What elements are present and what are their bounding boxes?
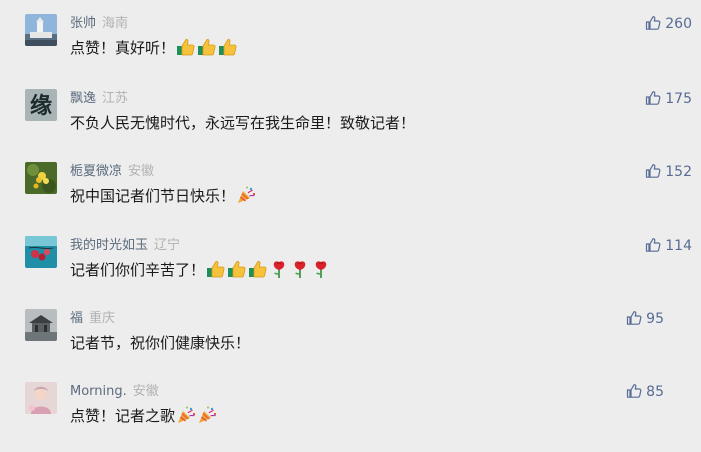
like-count: 95 [646,311,664,327]
thumbs-up-icon [197,37,217,57]
comment-region: 江苏 [102,91,129,106]
rose-icon [269,259,289,279]
comment-region: 安徽 [132,384,159,399]
comment-body: 记者节，祝你们健康快乐！ [70,334,251,352]
comment-body: 点赞！真好听！ [70,39,176,57]
comment-text: 记者们你们辛苦了！ [70,258,331,282]
comment-meta: 我的时光如玉 辽宁 [70,236,180,256]
comment-text: 点赞！记者之歌 [70,404,217,428]
comment-username[interactable]: 飘逸 [70,91,96,106]
comment-item: 张帅 海南点赞！真好听！ 260 [0,14,701,84]
thumbs-up-icon [218,37,238,57]
comment-text: 点赞！真好听！ [70,36,238,60]
comment-body: 点赞！记者之歌 [70,407,176,425]
pavilion-avatar[interactable] [25,309,57,341]
like-count: 175 [665,91,692,107]
comment-body: 记者们你们辛苦了！ [70,261,206,279]
lighthouse-avatar[interactable] [25,14,57,46]
comment-item: 栀夏微凉 安徽祝中国记者们节日快乐！ 152 [0,162,701,232]
flower-avatar[interactable] [25,162,57,194]
comment-item: Morning. 安徽点赞！记者之歌 85 [0,382,701,452]
like-button[interactable]: 175 [645,89,692,109]
comment-username[interactable]: 福 [70,311,83,326]
like-button[interactable]: 152 [645,162,692,182]
comment-username[interactable]: 栀夏微凉 [70,164,122,179]
comment-meta: 张帅 海南 [70,14,128,34]
like-count: 85 [646,384,664,400]
thumbs-up-icon [227,259,247,279]
comment-region: 重庆 [89,311,116,326]
comment-region: 安徽 [128,164,155,179]
comment-meta: Morning. 安徽 [70,382,159,402]
comment-username[interactable]: Morning. [70,384,127,399]
comment-meta: 飘逸 江苏 [70,89,128,109]
party-popper-icon [197,405,217,425]
comment-item: 福重庆记者节，祝你们健康快乐！ 95 [0,309,701,379]
calligraphy-avatar[interactable]: 缘 [25,89,57,121]
thumbs-up-outline-icon [626,311,646,327]
like-button[interactable]: 260 [645,14,692,34]
like-count: 114 [665,238,692,254]
berries-avatar[interactable] [25,236,57,268]
thumbs-up-outline-icon [626,384,646,400]
comment-meta: 福重庆 [70,309,115,329]
thumbs-up-icon [206,259,226,279]
comment-body: 不负人民无愧时代，永远写在我生命里！致敬记者！ [70,114,416,132]
comment-region: 海南 [102,16,129,31]
party-popper-icon [176,405,196,425]
comment-text: 记者节，祝你们健康快乐！ [70,331,250,355]
comment-item: 我的时光如玉 辽宁记者们你们辛苦了！ 114 [0,236,701,306]
rose-icon [290,259,310,279]
rose-icon [311,259,331,279]
svg-text:缘: 缘 [30,93,52,119]
comment-username[interactable]: 我的时光如玉 [70,238,148,253]
thumbs-up-icon [248,259,268,279]
like-button[interactable]: 85 [626,382,664,402]
comment-text: 祝中国记者们节日快乐！ [70,184,256,208]
comment-body: 祝中国记者们节日快乐！ [70,187,236,205]
party-popper-icon [236,185,256,205]
like-button[interactable]: 114 [645,236,692,256]
like-button[interactable]: 95 [626,309,664,329]
thumbs-up-icon [176,37,196,57]
thumbs-up-outline-icon [645,164,665,180]
thumbs-up-outline-icon [645,91,665,107]
thumbs-up-outline-icon [645,238,665,254]
comment-username[interactable]: 张帅 [70,16,96,31]
thumbs-up-outline-icon [645,16,665,32]
like-count: 260 [665,16,692,32]
comment-item: 缘飘逸 江苏 不负人民无愧时代，永远写在我生命里！致敬记者！ 175 [0,89,701,159]
comment-meta: 栀夏微凉 安徽 [70,162,154,182]
comment-text: 不负人民无愧时代，永远写在我生命里！致敬记者！ [70,111,415,135]
comment-region: 辽宁 [154,238,181,253]
portrait-avatar[interactable] [25,382,57,414]
like-count: 152 [665,164,692,180]
